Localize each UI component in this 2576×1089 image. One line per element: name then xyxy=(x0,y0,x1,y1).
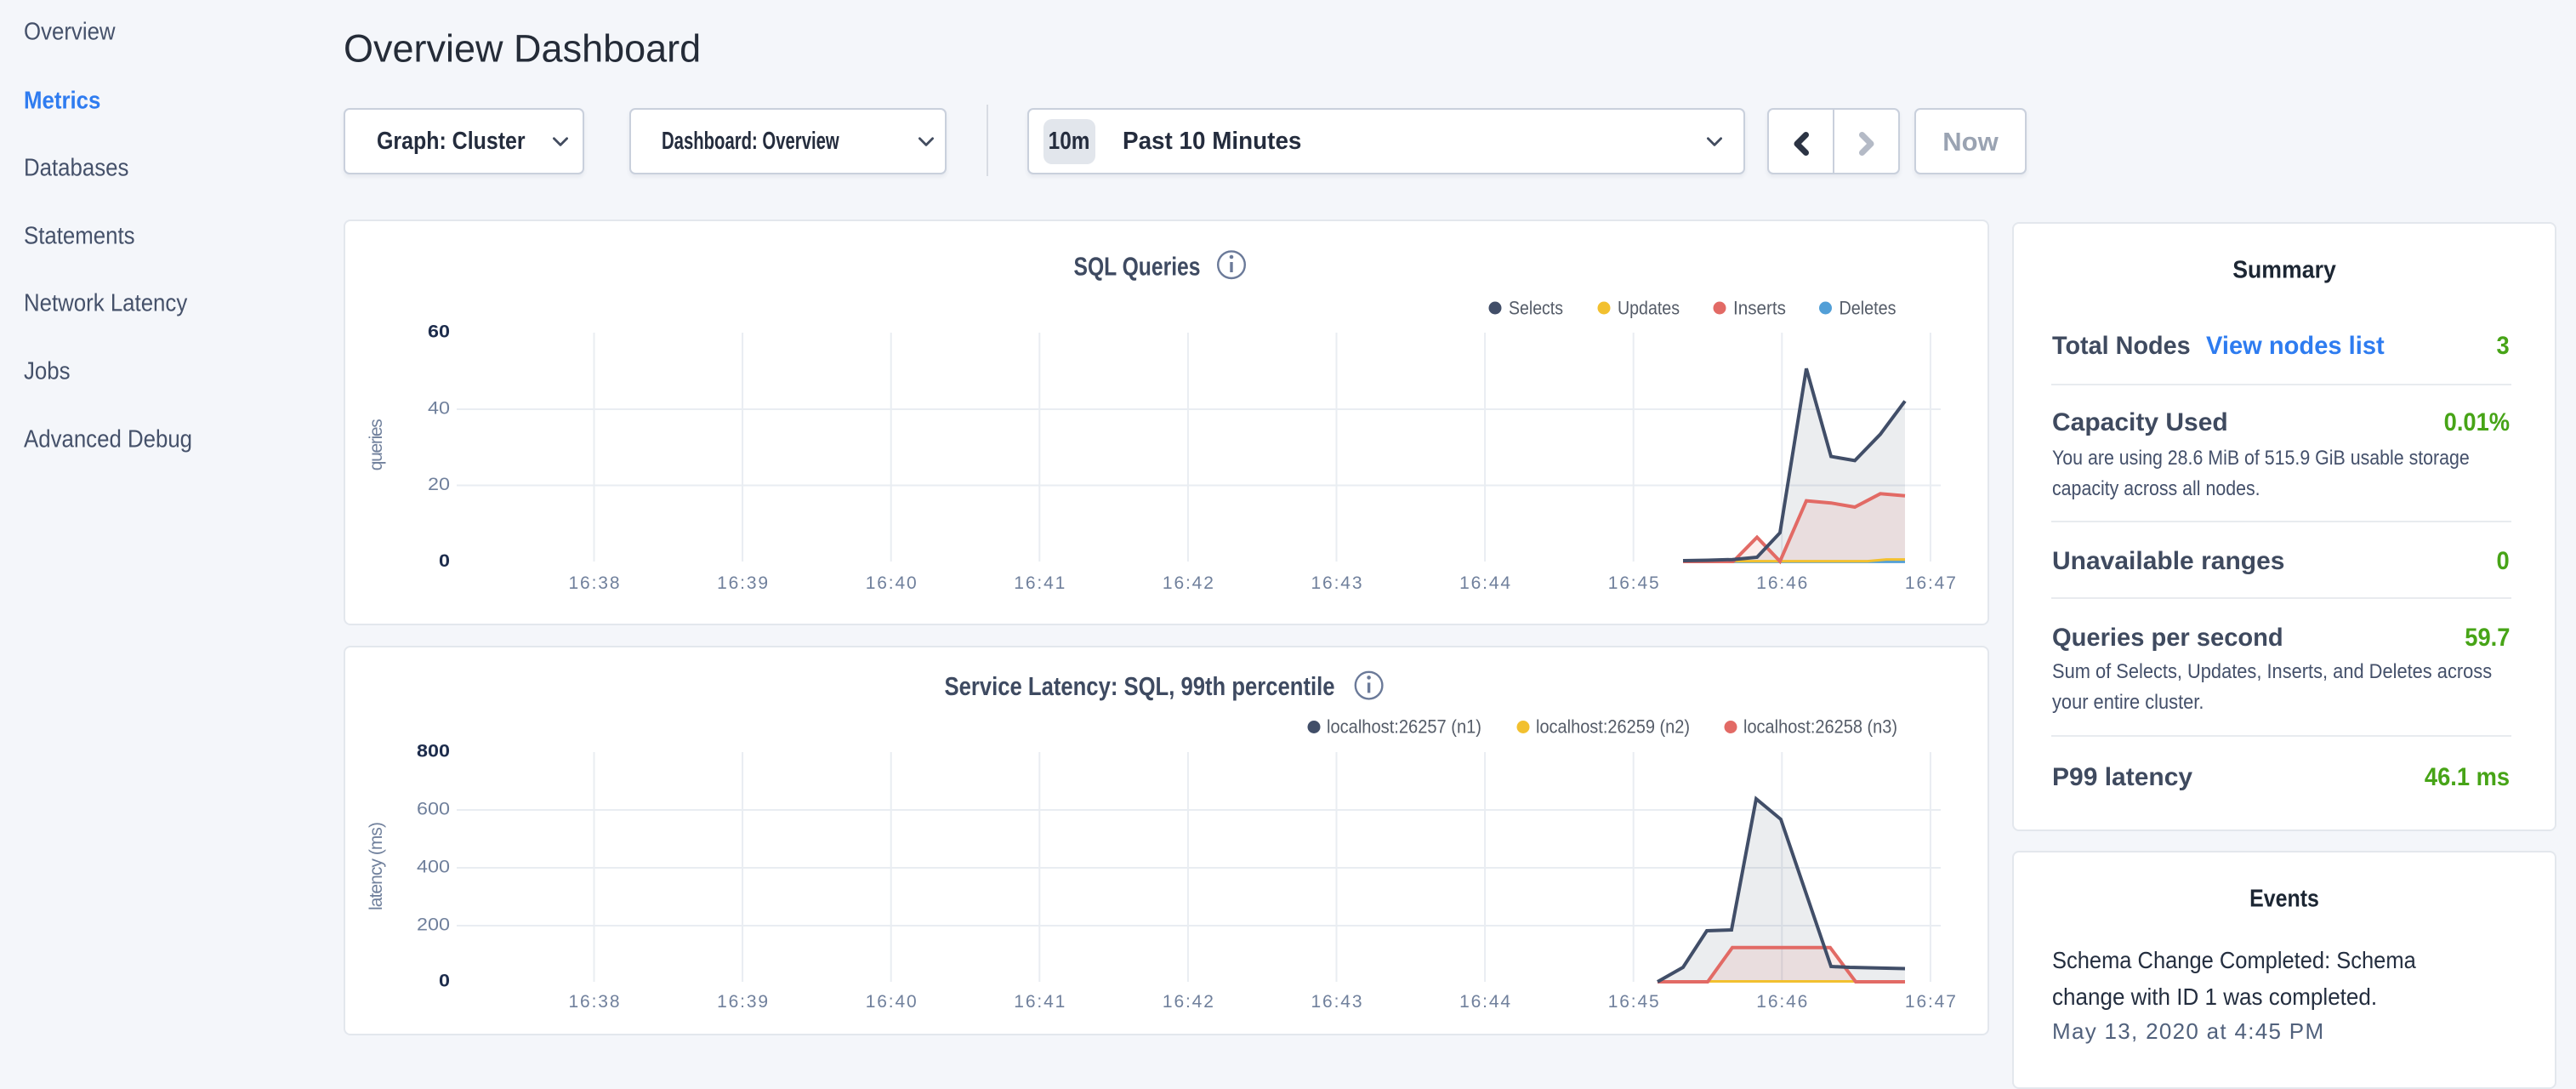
svg-text:40: 40 xyxy=(428,399,450,419)
svg-text:16:45: 16:45 xyxy=(1608,992,1659,1012)
svg-text:Selects: Selects xyxy=(1509,298,1563,319)
svg-text:16:47: 16:47 xyxy=(1905,992,1956,1012)
svg-text:Deletes: Deletes xyxy=(1840,298,1896,319)
svg-text:16:42: 16:42 xyxy=(1163,573,1214,593)
svg-text:400: 400 xyxy=(417,858,450,877)
svg-text:Updates: Updates xyxy=(1618,298,1680,319)
svg-text:localhost:26258 (n3): localhost:26258 (n3) xyxy=(1743,716,1897,738)
svg-text:800: 800 xyxy=(417,742,450,761)
svg-text:0: 0 xyxy=(439,551,450,571)
svg-text:20: 20 xyxy=(428,475,450,494)
svg-text:16:39: 16:39 xyxy=(717,992,768,1012)
svg-text:16:40: 16:40 xyxy=(866,992,917,1012)
svg-text:latency (ms): latency (ms) xyxy=(367,822,386,910)
svg-text:16:41: 16:41 xyxy=(1014,992,1065,1012)
svg-text:16:38: 16:38 xyxy=(569,992,620,1012)
svg-text:localhost:26257 (n1): localhost:26257 (n1) xyxy=(1327,716,1481,738)
svg-text:16:45: 16:45 xyxy=(1608,573,1659,593)
svg-text:SQL Queries: SQL Queries xyxy=(1074,252,1201,282)
svg-text:16:46: 16:46 xyxy=(1756,573,1807,593)
svg-text:16:44: 16:44 xyxy=(1459,992,1510,1012)
svg-text:600: 600 xyxy=(417,800,450,819)
svg-text:16:43: 16:43 xyxy=(1311,992,1362,1012)
svg-text:60: 60 xyxy=(428,322,450,342)
svg-text:16:41: 16:41 xyxy=(1014,573,1065,593)
svg-text:200: 200 xyxy=(417,915,450,935)
svg-text:16:39: 16:39 xyxy=(717,573,768,593)
svg-text:16:42: 16:42 xyxy=(1163,992,1214,1012)
svg-text:16:47: 16:47 xyxy=(1905,573,1956,593)
svg-text:Inserts: Inserts xyxy=(1733,298,1786,319)
svg-text:localhost:26259 (n2): localhost:26259 (n2) xyxy=(1536,716,1690,738)
svg-text:16:38: 16:38 xyxy=(569,573,620,593)
svg-text:queries: queries xyxy=(367,419,386,470)
svg-text:16:40: 16:40 xyxy=(866,573,917,593)
svg-text:Service Latency: SQL, 99th per: Service Latency: SQL, 99th percentile xyxy=(945,671,1335,701)
svg-text:16:46: 16:46 xyxy=(1756,992,1807,1012)
svg-text:0: 0 xyxy=(439,972,450,991)
svg-text:16:43: 16:43 xyxy=(1311,573,1362,593)
svg-text:16:44: 16:44 xyxy=(1459,573,1510,593)
